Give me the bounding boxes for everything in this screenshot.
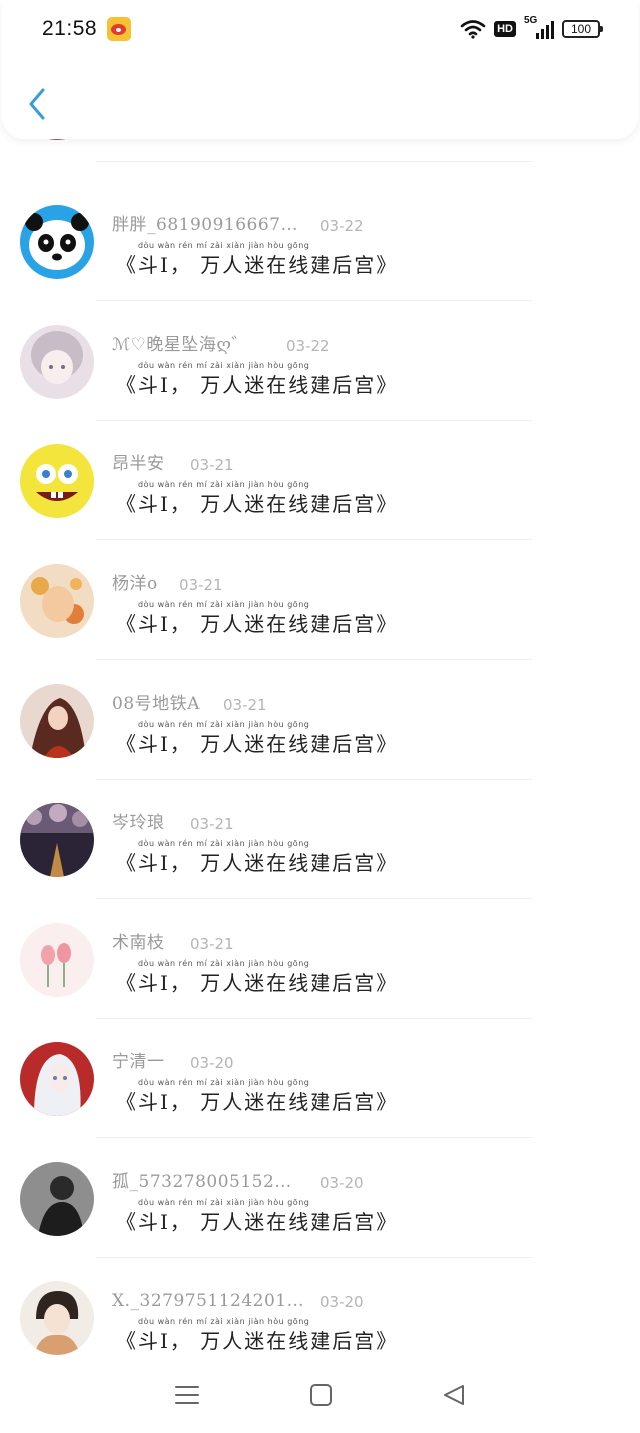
name-line: 孤_573278005152… 03-20: [112, 1170, 532, 1192]
system-nav-bar: [0, 1360, 640, 1433]
weibo-icon: [107, 17, 132, 41]
name-line: 08号地铁A 03-21: [112, 692, 532, 714]
user-name[interactable]: 孤_573278005152…: [112, 1167, 292, 1192]
list-item[interactable]: 胖胖_68190916667… 03-22 dòu wàn rén mí zài…: [0, 181, 640, 301]
avatar[interactable]: [20, 325, 94, 399]
user-name[interactable]: 岑玲琅: [112, 808, 165, 833]
chevron-left-icon: [29, 88, 45, 120]
list-item[interactable]: ℳ♡晚星坠海ღ゛ 03-22 dòu wàn rén mí zài xiàn j…: [0, 301, 640, 421]
list-item[interactable]: 杨洋o 03-21 dòu wàn rén mí zài xiàn jiàn h…: [0, 540, 640, 660]
status-icons: HD 5G 100: [460, 15, 603, 41]
user-name[interactable]: 术南枝: [112, 928, 165, 953]
avatar[interactable]: [20, 1042, 94, 1116]
name-line: 岑玲琅 03-21: [112, 811, 532, 833]
comment-date: 03-22: [286, 337, 330, 355]
message-text: 《斗I， 万人迷在线建后宫》: [116, 851, 399, 875]
avatar[interactable]: [20, 205, 94, 279]
list-item[interactable]: X._3279751124201… 03-20 dòu wàn rén mí z…: [0, 1257, 640, 1377]
user-name[interactable]: 昂半安: [112, 449, 165, 474]
user-name[interactable]: 08号地铁A: [112, 689, 200, 714]
back-button[interactable]: [20, 82, 54, 126]
list-item[interactable]: 孤_573278005152… 03-20 dòu wàn rén mí zài…: [0, 1138, 640, 1258]
status-bar: 21:58 HD 5G 100: [0, 0, 640, 58]
message-text: 《斗I， 万人迷在线建后宫》: [116, 1210, 399, 1234]
avatar[interactable]: [20, 803, 94, 877]
status-time: 21:58: [42, 17, 98, 40]
message-text: 《斗I， 万人迷在线建后宫》: [116, 971, 399, 995]
user-name[interactable]: ℳ♡晚星坠海ღ゛: [112, 330, 249, 355]
home-square-icon[interactable]: [309, 1383, 333, 1411]
avatar[interactable]: [20, 1281, 94, 1355]
name-line: 昂半安 03-21: [112, 452, 532, 474]
signal-icon: 5G: [524, 15, 554, 41]
comment-date: 03-21: [190, 456, 234, 474]
name-line: 杨洋o 03-21: [112, 572, 532, 594]
name-line: X._3279751124201… 03-20: [112, 1289, 532, 1311]
wifi-icon: [460, 20, 486, 39]
comment-date: 03-20: [320, 1174, 364, 1192]
comment-date: 03-21: [190, 815, 234, 833]
divider: [96, 160, 532, 162]
comment-date: 03-20: [320, 1293, 364, 1311]
hd-badge: HD: [494, 21, 516, 37]
message-text: 《斗I， 万人迷在线建后宫》: [116, 373, 399, 397]
avatar[interactable]: [20, 444, 94, 518]
message-text: 《斗I， 万人迷在线建后宫》: [116, 1329, 399, 1353]
message-text: 《斗I， 万人迷在线建后宫》: [116, 732, 399, 756]
avatar[interactable]: [20, 1162, 94, 1236]
avatar[interactable]: [20, 564, 94, 638]
battery-icon: 100: [562, 20, 603, 38]
name-line: ℳ♡晚星坠海ღ゛ 03-22: [112, 333, 532, 355]
user-name[interactable]: 胖胖_68190916667…: [112, 210, 298, 235]
list-item[interactable]: 宁清一 03-20 dòu wàn rén mí zài xiàn jiàn h…: [0, 1018, 640, 1138]
list-item[interactable]: 昂半安 03-21 dòu wàn rén mí zài xiàn jiàn h…: [0, 420, 640, 540]
list-item[interactable]: 岑玲琅 03-21 dòu wàn rén mí zài xiàn jiàn h…: [0, 779, 640, 899]
avatar[interactable]: [20, 684, 94, 758]
name-line: 术南枝 03-21: [112, 931, 532, 953]
back-triangle-icon[interactable]: [442, 1383, 466, 1411]
message-text: 《斗I， 万人迷在线建后宫》: [116, 1090, 399, 1114]
avatar[interactable]: [20, 923, 94, 997]
user-name[interactable]: X._3279751124201…: [112, 1291, 304, 1311]
comment-date: 03-22: [320, 217, 364, 235]
comment-date: 03-21: [179, 576, 223, 594]
message-text: 《斗I， 万人迷在线建后宫》: [116, 492, 399, 516]
user-name[interactable]: 宁清一: [112, 1047, 165, 1072]
user-name[interactable]: 杨洋o: [112, 569, 158, 594]
comment-date: 03-21: [190, 935, 234, 953]
list-item[interactable]: 08号地铁A 03-21 dòu wàn rén mí zài xiàn jià…: [0, 660, 640, 780]
list-item[interactable]: 术南枝 03-21 dòu wàn rén mí zài xiàn jiàn h…: [0, 899, 640, 1019]
menu-icon[interactable]: [174, 1384, 200, 1410]
name-line: 胖胖_68190916667… 03-22: [112, 213, 532, 235]
battery-level: 100: [570, 22, 592, 36]
comment-date: 03-20: [190, 1054, 234, 1072]
comment-date: 03-21: [223, 696, 267, 714]
message-text: 《斗I， 万人迷在线建后宫》: [116, 253, 399, 277]
name-line: 宁清一 03-20: [112, 1050, 532, 1072]
message-text: 《斗I， 万人迷在线建后宫》: [116, 612, 399, 636]
